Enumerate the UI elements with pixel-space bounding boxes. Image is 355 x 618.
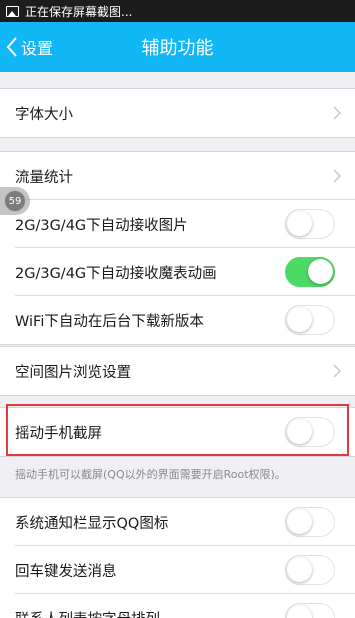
page-title: 辅助功能 — [141, 38, 214, 59]
highlight-box — [6, 404, 349, 456]
toggle-knob — [287, 211, 312, 236]
row-label: WiFi下自动在后台下载新版本 — [15, 313, 204, 330]
row-label: 流量统计 — [15, 169, 73, 186]
enter-send-toggle[interactable] — [285, 555, 335, 585]
screenshot-icon — [6, 5, 19, 17]
row-wifi-update: WiFi下自动在后台下载新版本 — [0, 296, 355, 344]
row-auto-magic: 2G/3G/4G下自动接收魔表动画 — [0, 248, 355, 296]
row-contacts-sort: 联系人列表按字母排列 — [0, 594, 355, 618]
floating-assist-button[interactable]: 59 — [0, 187, 30, 215]
row-label: 回车键发送消息 — [15, 563, 117, 580]
group-traffic: 流量统计 2G/3G/4G下自动接收图片 2G/3G/4G下自动接收魔表动画 W… — [0, 151, 355, 345]
navbar: 设置 辅助功能 — [0, 22, 355, 72]
row-label: 空间图片浏览设置 — [15, 364, 131, 381]
shake-note: 摇动手机可以截屏(QQ以外的界面需要开启Root权限)。 — [15, 468, 286, 481]
row-notify-icon: 系统通知栏显示QQ图标 — [0, 498, 355, 546]
auto-images-toggle[interactable] — [285, 209, 335, 239]
group-album: 空间图片浏览设置 — [0, 346, 355, 396]
row-enter-send: 回车键发送消息 — [0, 546, 355, 594]
group-misc: 系统通知栏显示QQ图标 回车键发送消息 联系人列表按字母排列 — [0, 497, 355, 618]
contacts-sort-toggle[interactable] — [285, 603, 335, 618]
row-font-size[interactable]: 字体大小 — [0, 89, 355, 137]
chevron-right-icon — [333, 169, 341, 183]
toggle-knob — [308, 259, 333, 284]
row-label: 系统通知栏显示QQ图标 — [15, 515, 169, 532]
row-auto-images: 2G/3G/4G下自动接收图片 — [0, 200, 355, 248]
auto-magic-toggle[interactable] — [285, 257, 335, 287]
row-label: 2G/3G/4G下自动接收魔表动画 — [15, 265, 217, 282]
wifi-update-toggle[interactable] — [285, 305, 335, 335]
row-label: 字体大小 — [15, 106, 73, 123]
chevron-right-icon — [333, 106, 341, 120]
group-font: 字体大小 — [0, 88, 355, 138]
chevron-right-icon — [333, 364, 341, 378]
row-label: 联系人列表按字母排列 — [15, 608, 160, 618]
row-label: 2G/3G/4G下自动接收图片 — [15, 217, 188, 234]
toggle-knob — [287, 605, 312, 618]
notify-icon-toggle[interactable] — [285, 507, 335, 537]
toggle-knob — [287, 509, 312, 534]
toggle-knob — [287, 557, 312, 582]
status-text: 正在保存屏幕截图... — [25, 4, 133, 19]
floating-badge: 59 — [4, 190, 26, 212]
toggle-knob — [287, 307, 312, 332]
status-bar: 正在保存屏幕截图... — [0, 0, 355, 22]
row-album[interactable]: 空间图片浏览设置 — [0, 347, 355, 395]
row-traffic[interactable]: 流量统计 — [0, 152, 355, 200]
